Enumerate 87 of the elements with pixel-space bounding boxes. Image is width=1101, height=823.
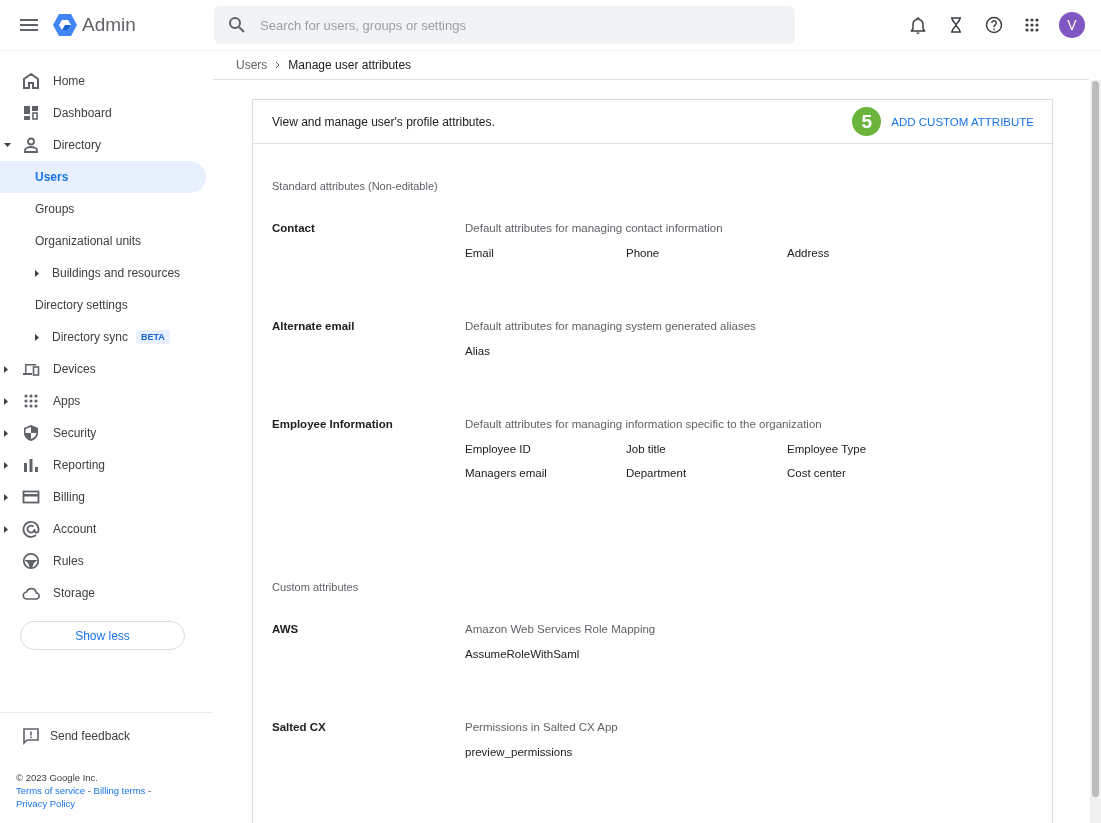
shield-icon: [22, 424, 40, 442]
help-icon: [985, 16, 1003, 34]
breadcrumb-link[interactable]: Users: [236, 58, 268, 72]
attribute-group-name: Employee Information: [272, 418, 394, 432]
attribute-group-description: Default attributes for managing contact information: [465, 222, 724, 234]
add-custom-attribute-button[interactable]: ADD CUSTOM ATTRIBUTE: [891, 115, 1034, 128]
attribute-name: Email: [465, 247, 495, 259]
footer-link[interactable]: Privacy Policy: [16, 798, 76, 809]
link-separator: -: [87, 785, 91, 796]
caret-right-icon[interactable]: [4, 461, 8, 469]
caret-right-icon[interactable]: [35, 269, 39, 277]
attribute-group-name: AWS: [272, 623, 300, 637]
feedback-icon: [22, 727, 40, 745]
nav-item[interactable]: Organizational units: [35, 234, 142, 248]
attribute-name: Managers email: [465, 467, 548, 479]
caret-down-icon[interactable]: [4, 143, 11, 147]
attribute-group-description: Amazon Web Services Role Mapping: [465, 623, 657, 635]
nav-item[interactable]: Reporting: [53, 458, 106, 472]
send-feedback-link[interactable]: Send feedback: [50, 729, 131, 743]
attribute-group-name: Salted CX: [272, 721, 327, 735]
at-sign-icon: [22, 520, 40, 538]
search-field[interactable]: Search for users, groups or settings: [258, 16, 742, 34]
show-less-button[interactable]: Show less: [20, 621, 185, 650]
attribute-group-description: Permissions in Salted CX App: [465, 721, 619, 733]
attribute-name: Cost center: [787, 467, 847, 479]
product-name: Admin: [82, 14, 136, 36]
card-icon: [22, 488, 40, 506]
caret-right-icon[interactable]: [35, 333, 39, 341]
beta-badge: BETA: [136, 330, 170, 344]
attribute-name: preview_permissions: [465, 746, 574, 758]
caret-right-icon[interactable]: [4, 493, 8, 501]
nav-item[interactable]: Devices: [53, 362, 96, 376]
bell-icon: [909, 16, 927, 34]
footer-link[interactable]: Billing terms: [93, 785, 146, 796]
card-description: View and manage user's profile attributes.: [272, 114, 495, 129]
nav-item[interactable]: Apps: [53, 394, 81, 408]
breadcrumb-current: Manage user attributes: [288, 58, 412, 72]
nav-item[interactable]: Buildings and resources: [52, 266, 181, 280]
apps-grid-icon: [1023, 16, 1041, 34]
attribute-name: Employee ID: [465, 443, 532, 455]
nav-item[interactable]: Directory settings: [35, 298, 128, 312]
section-heading: Standard attributes (Non-editable): [272, 180, 439, 192]
nav-item[interactable]: Directory: [53, 138, 101, 152]
scrollbar[interactable]: [1090, 80, 1101, 823]
bar-chart-icon: [22, 456, 40, 474]
help-button[interactable]: [983, 14, 1005, 36]
attribute-group-description: Default attributes for managing system generated aliases: [465, 320, 757, 332]
attribute-name: Phone: [626, 247, 661, 259]
search-icon: [228, 16, 246, 34]
chevron-right-icon: [275, 61, 281, 69]
attribute-name: AssumeRoleWithSaml: [465, 648, 581, 660]
attribute-name: Department: [626, 467, 688, 479]
caret-right-icon[interactable]: [4, 397, 8, 405]
attribute-name: Alias: [465, 345, 491, 357]
link-separator: -: [148, 785, 152, 796]
nav-item[interactable]: Dashboard: [53, 106, 112, 120]
hexagon-logo-icon: [52, 13, 78, 37]
footer-link[interactable]: Terms of service: [16, 785, 86, 796]
caret-right-icon[interactable]: [4, 365, 8, 373]
attribute-name: Job title: [626, 443, 667, 455]
search-bar[interactable]: Search for users, groups or settings: [214, 6, 795, 44]
nav-item[interactable]: Account: [53, 522, 97, 536]
attribute-name: Address: [787, 247, 831, 259]
nav-item[interactable]: Groups: [35, 202, 75, 216]
grid-icon: [22, 392, 40, 410]
nav-item[interactable]: Home: [53, 74, 85, 88]
copyright-text: © 2023 Google Inc.: [16, 771, 99, 784]
attribute-group-description: Default attributes for managing information specific to the organization: [465, 418, 823, 430]
person-icon: [22, 136, 40, 154]
nav-item[interactable]: Storage: [53, 586, 96, 600]
caret-right-icon[interactable]: [4, 525, 8, 533]
nav-item[interactable]: Users: [0, 161, 206, 193]
section-heading: Custom attributes: [272, 581, 360, 593]
caret-right-icon[interactable]: [4, 429, 8, 437]
nav-item[interactable]: Billing: [53, 490, 85, 504]
home-icon: [22, 72, 40, 90]
nav-item[interactable]: Security: [53, 426, 97, 440]
nav-item[interactable]: Rules: [53, 554, 84, 568]
avatar[interactable]: V: [1059, 12, 1085, 38]
attribute-group-name: Alternate email: [272, 320, 356, 334]
attribute-group-name: Contact: [272, 222, 316, 236]
nav-item[interactable]: Directory sync: [52, 330, 128, 344]
steering-wheel-icon: [22, 552, 40, 570]
attribute-name: Employee Type: [787, 443, 868, 455]
dashboard-icon: [22, 104, 40, 122]
step-number-badge: 5: [852, 107, 882, 136]
menu-icon: [20, 18, 38, 32]
